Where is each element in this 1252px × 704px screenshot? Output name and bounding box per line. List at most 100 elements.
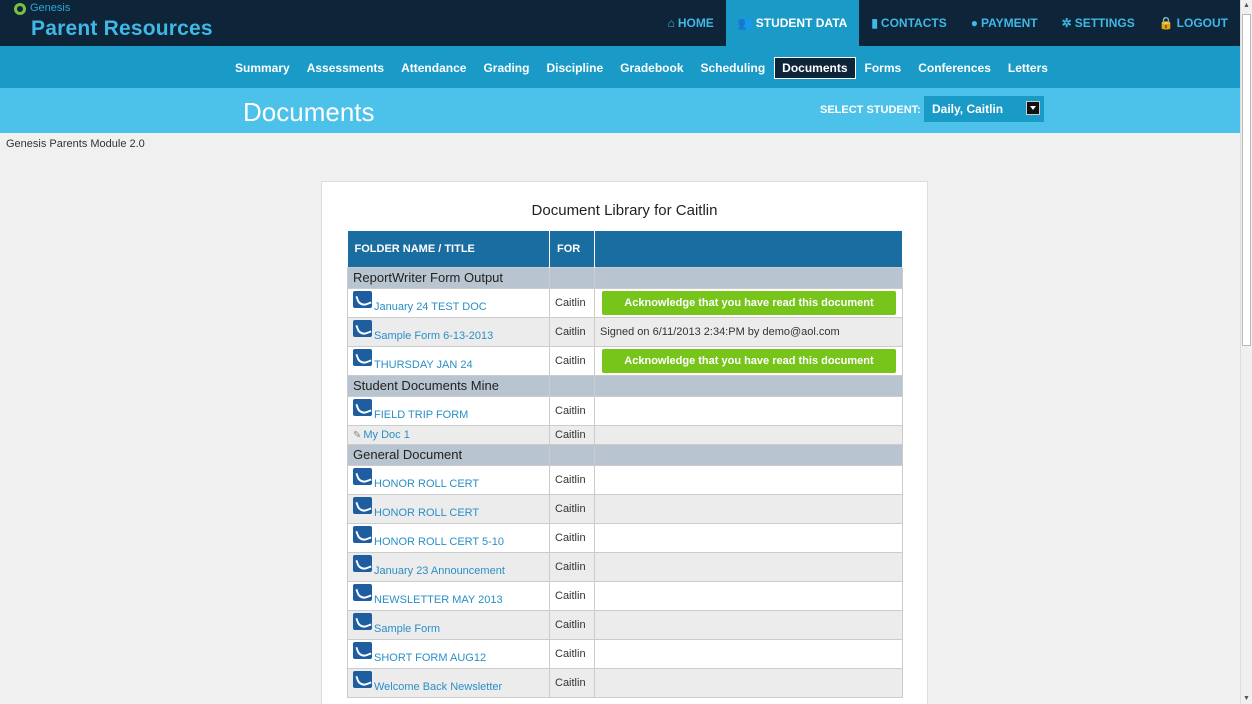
scrollbar-thumb[interactable]	[1242, 14, 1251, 346]
tab-scheduling[interactable]: Scheduling	[693, 57, 774, 79]
student-select-value: Daily, Caitlin	[932, 102, 1004, 116]
document-row: January 23 Announcement Caitlin	[347, 551, 903, 582]
acknowledge-button[interactable]: Acknowledge that you have read this docu…	[602, 348, 896, 373]
document-action-cell: Acknowledge that you have read this docu…	[594, 287, 903, 318]
document-for: Caitlin	[549, 287, 595, 318]
document-action-cell	[594, 638, 903, 669]
document-title-cell: ✎ My Doc 1	[347, 424, 550, 445]
document-action-cell	[594, 395, 903, 426]
pdf-icon[interactable]	[353, 399, 372, 417]
document-link[interactable]: HONOR ROLL CERT 5-10	[374, 536, 504, 548]
topnav-student-data[interactable]: 👥 STUDENT DATA	[725, 0, 860, 46]
tab-summary[interactable]: Summary	[227, 57, 298, 79]
tab-grading[interactable]: Grading	[475, 57, 537, 79]
document-link[interactable]: FIELD TRIP FORM	[374, 409, 468, 421]
document-link[interactable]: HONOR ROLL CERT	[374, 507, 479, 519]
document-title-cell: FIELD TRIP FORM	[347, 395, 550, 426]
module-version: Genesis Parents Module 2.0	[6, 138, 145, 150]
scroll-up-icon[interactable]: ▲	[1243, 2, 1250, 9]
top-nav: ⌂ HOME 👥 STUDENT DATA ▮ CONTACTS ● PAYMENT ✲ SETT…	[656, 0, 1240, 46]
tab-conferences[interactable]: Conferences	[910, 57, 999, 79]
document-row: Welcome Back Newsletter Caitlin	[347, 667, 903, 698]
document-link[interactable]: January 24 TEST DOC	[374, 301, 487, 313]
pdf-icon[interactable]	[353, 671, 372, 689]
pdf-icon[interactable]	[353, 468, 372, 486]
pdf-icon[interactable]	[353, 497, 372, 515]
page-header: Documents SELECT STUDENT: Daily, Caitlin	[0, 88, 1240, 133]
folder-name: Student Documents Mine	[347, 374, 550, 397]
tab-assessments[interactable]: Assessments	[299, 57, 392, 79]
document-link[interactable]: January 23 Announcement	[374, 565, 505, 577]
acknowledge-button[interactable]: Acknowledge that you have read this docu…	[602, 290, 896, 315]
select-student-label: SELECT STUDENT:	[820, 104, 921, 116]
pdf-icon[interactable]	[353, 291, 372, 309]
document-title-cell: HONOR ROLL CERT	[347, 464, 550, 495]
document-action-cell	[594, 464, 903, 495]
topnav-home[interactable]: ⌂ HOME	[656, 0, 726, 46]
document-action-cell	[594, 522, 903, 553]
document-action-cell	[594, 667, 903, 698]
tab-attendance[interactable]: Attendance	[393, 57, 474, 79]
document-for: Caitlin	[549, 667, 595, 698]
student-select[interactable]: Daily, Caitlin	[924, 96, 1044, 122]
document-row: SHORT FORM AUG12 Caitlin	[347, 638, 903, 669]
document-link[interactable]: HONOR ROLL CERT	[374, 478, 479, 490]
genesis-logo-icon	[14, 3, 26, 15]
document-title-cell: NEWSLETTER MAY 2013	[347, 580, 550, 611]
tab-discipline[interactable]: Discipline	[538, 57, 611, 79]
pdf-icon[interactable]	[353, 555, 372, 573]
chevron-down-icon[interactable]	[1026, 101, 1040, 115]
document-for: Caitlin	[549, 580, 595, 611]
document-link[interactable]: My Doc 1	[363, 429, 409, 441]
tab-gradebook[interactable]: Gradebook	[612, 57, 691, 79]
pdf-icon[interactable]	[353, 349, 372, 367]
pdf-icon[interactable]	[353, 584, 372, 602]
tab-letters[interactable]: Letters	[1000, 57, 1056, 79]
topnav-logout[interactable]: 🔒 LOGOUT	[1147, 0, 1240, 46]
document-action-cell	[594, 424, 903, 445]
pdf-icon[interactable]	[353, 642, 372, 660]
documents-table: FOLDER NAME / TITLE FOR ReportWriter For…	[347, 231, 903, 698]
vertical-scrollbar[interactable]: ▲ ▼	[1240, 0, 1252, 704]
document-link[interactable]: Sample Form	[374, 623, 440, 635]
folder-name: General Document	[347, 443, 550, 466]
top-bar: Genesis Parent Resources ⌂ HOME 👥 STUDENT D…	[0, 0, 1240, 46]
document-link[interactable]: SHORT FORM AUG12	[374, 652, 486, 664]
users-icon: 👥	[737, 16, 753, 30]
document-for: Caitlin	[549, 316, 595, 347]
document-title-cell: Welcome Back Newsletter	[347, 667, 550, 698]
topnav-label: LOGOUT	[1176, 16, 1228, 30]
document-link[interactable]: NEWSLETTER MAY 2013	[374, 594, 503, 606]
pdf-icon[interactable]	[353, 613, 372, 631]
brand-small: Genesis	[30, 2, 71, 14]
tab-documents[interactable]: Documents	[774, 57, 856, 79]
folder-for-cell	[549, 266, 595, 289]
document-for: Caitlin	[549, 551, 595, 582]
document-link[interactable]: Sample Form 6-13-2013	[374, 330, 493, 342]
document-action-cell	[594, 609, 903, 640]
document-action-cell: Acknowledge that you have read this docu…	[594, 345, 903, 376]
document-library-panel: Document Library for Caitlin FOLDER NAME…	[321, 181, 928, 704]
topnav-settings[interactable]: ✲ SETTINGS	[1050, 0, 1147, 46]
pdf-icon[interactable]	[353, 320, 372, 338]
column-header-for: FOR	[549, 231, 595, 267]
document-title-cell: THURSDAY JAN 24	[347, 345, 550, 376]
document-row: HONOR ROLL CERT Caitlin	[347, 464, 903, 495]
tab-forms[interactable]: Forms	[857, 57, 910, 79]
column-header-action	[594, 231, 903, 267]
document-link[interactable]: THURSDAY JAN 24	[374, 359, 473, 371]
document-row: Sample Form 6-13-2013 Caitlin Signed on 6/…	[347, 316, 903, 347]
library-title: Document Library for Caitlin	[531, 202, 718, 219]
topnav-payment[interactable]: ● PAYMENT	[959, 0, 1050, 46]
topnav-contacts[interactable]: ▮ CONTACTS	[859, 0, 958, 46]
document-link[interactable]: Welcome Back Newsletter	[374, 681, 502, 693]
folder-row: ReportWriter Form Output	[347, 266, 903, 289]
topnav-label: HOME	[677, 16, 714, 30]
scroll-down-icon[interactable]: ▼	[1243, 695, 1250, 702]
folder-for-cell	[549, 443, 595, 466]
home-icon: ⌂	[667, 16, 675, 30]
pdf-icon[interactable]	[353, 526, 372, 544]
document-for: Caitlin	[549, 464, 595, 495]
document-title-cell: Sample Form	[347, 609, 550, 640]
folder-for-cell	[549, 374, 595, 397]
